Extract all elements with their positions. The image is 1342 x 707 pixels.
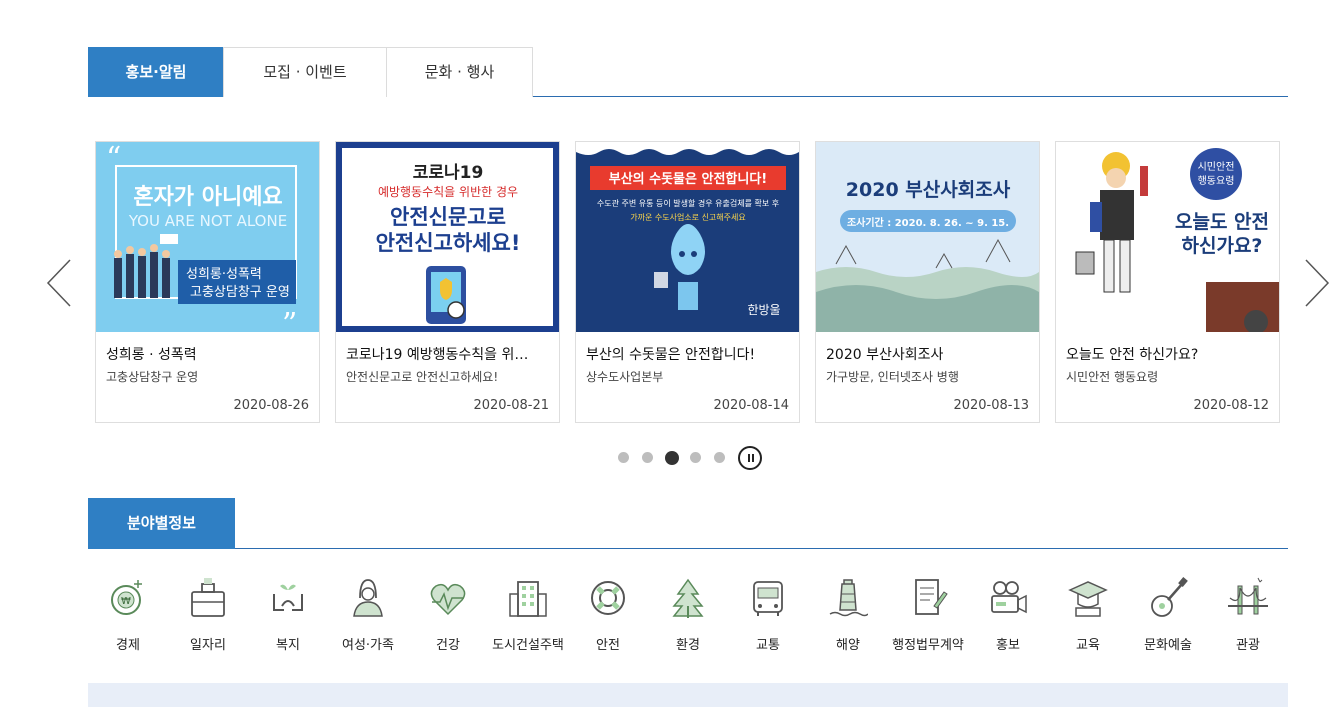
- svg-text:시민안전: 시민안전: [1198, 161, 1235, 173]
- field-info-header: 분야별정보: [88, 498, 1288, 549]
- carousel-dot[interactable]: [690, 452, 701, 463]
- card-subtitle: 상수도사업본부: [586, 370, 664, 384]
- card-thumbnail: 코로나19 예방행동수칙을 위반한 경우 안전신문고로 안전신고하세요!: [336, 142, 559, 332]
- lighthouse-icon: [829, 579, 868, 617]
- card-title: 코로나19 예방행동수칙을 위…: [346, 347, 529, 363]
- welfare-icon: [273, 584, 303, 611]
- card-title: 부산의 수돗물은 안전합니다!: [586, 347, 756, 363]
- briefcase-icon: [191, 578, 225, 617]
- news-card[interactable]: 2020 부산사회조사 조사기간 : 2020. 8. 26. ~ 9. 15.…: [815, 141, 1040, 423]
- card-date: 2020-08-14: [713, 398, 789, 413]
- carousel-dot[interactable]: [714, 452, 725, 463]
- field-info-title: 분야별정보: [88, 498, 235, 549]
- svg-text:YOU ARE NOT ALONE: YOU ARE NOT ALONE: [128, 212, 287, 230]
- tab-recruitment-event[interactable]: 모집 · 이벤트: [223, 47, 387, 97]
- svg-text:”: ”: [282, 307, 297, 332]
- svg-text:안전신문고로: 안전신문고로: [390, 205, 506, 229]
- card-title: 성희롱 · 성폭력: [106, 347, 197, 363]
- tab-culture-event[interactable]: 문화 · 행사: [386, 47, 533, 97]
- economy-icon: ₩: [111, 580, 142, 615]
- svg-text:수도관 주변 유통 등이 발생할 경우 유출검체를 확보 후: 수도관 주변 유통 등이 발생할 경우 유출검체를 확보 후: [597, 198, 779, 208]
- field-info-list: ₩ 경제 일자리 복지 여성·가족 건강 도시건설주택 안전 환경 교통 해양 …: [88, 572, 1288, 662]
- svg-text:한방울: 한방울: [747, 303, 780, 317]
- svg-text:“: “: [106, 142, 121, 176]
- woman-icon: [353, 579, 383, 617]
- svg-text:하신가요?: 하신가요?: [1182, 235, 1263, 257]
- bus-icon: [753, 581, 783, 616]
- next-arrow-icon[interactable]: [1302, 258, 1332, 308]
- tree-icon: [672, 578, 704, 618]
- svg-text:가까운 수도사업소로 신고해주세요: 가까운 수도사업소로 신고해주세요: [630, 212, 746, 222]
- page: 홍보·알림 모집 · 이벤트 문화 · 행사 “ 혼자가 아니예요 YOU AR…: [0, 0, 1342, 707]
- svg-text:안전신고하세요!: 안전신고하세요!: [376, 231, 521, 255]
- lifebuoy-icon: [591, 581, 625, 615]
- svg-text:2020 부산사회조사: 2020 부산사회조사: [846, 179, 1011, 201]
- card-date: 2020-08-26: [233, 398, 309, 413]
- document-icon: [915, 579, 948, 615]
- svg-text:예방행동수칙을 위반한 경우: 예방행동수칙을 위반한 경우: [378, 184, 518, 199]
- card-date: 2020-08-21: [473, 398, 549, 413]
- svg-text:고충상담창구 운영: 고충상담창구 운영: [190, 285, 290, 300]
- camera-icon: [991, 581, 1027, 614]
- svg-text:코로나19: 코로나19: [413, 163, 484, 183]
- news-card[interactable]: 부산의 수돗물은 안전합니다! 수도관 주변 유통 등이 발생할 경우 유출검체…: [575, 141, 800, 423]
- news-tabs: 홍보·알림 모집 · 이벤트 문화 · 행사: [88, 47, 1288, 97]
- card-subtitle: 시민안전 행동요령: [1066, 370, 1159, 384]
- card-thumbnail: 2020 부산사회조사 조사기간 : 2020. 8. 26. ~ 9. 15.: [816, 142, 1039, 332]
- svg-text:성희롱·성폭력: 성희롱·성폭력: [186, 267, 262, 282]
- news-card[interactable]: 시민안전 행동요령 오늘도 안전 하신가요? 오늘도 안전 하신가요? 시민안전…: [1055, 141, 1280, 423]
- card-title: 2020 부산사회조사: [826, 347, 944, 363]
- graduation-icon: [1068, 581, 1108, 617]
- prev-arrow-icon[interactable]: [44, 258, 74, 308]
- bottom-banner-strip: [88, 683, 1288, 707]
- svg-text:₩: ₩: [121, 596, 131, 607]
- card-thumbnail: “ 혼자가 아니예요 YOU ARE NOT ALONE 성희롱·성폭력 고충상…: [96, 142, 319, 332]
- carousel-dot[interactable]: [618, 452, 629, 463]
- field-label: 관광: [1236, 638, 1260, 653]
- news-carousel: “ 혼자가 아니예요 YOU ARE NOT ALONE 성희롱·성폭력 고충상…: [95, 141, 1281, 423]
- svg-text:오늘도 안전: 오늘도 안전: [1175, 211, 1269, 233]
- svg-text:행동요령: 행동요령: [1198, 175, 1235, 187]
- heart-icon: [430, 583, 466, 616]
- card-thumbnail: 시민안전 행동요령 오늘도 안전 하신가요?: [1056, 142, 1279, 332]
- card-date: 2020-08-12: [1193, 398, 1269, 413]
- bridge-icon: [1228, 577, 1268, 615]
- news-card[interactable]: “ 혼자가 아니예요 YOU ARE NOT ALONE 성희롱·성폭력 고충상…: [95, 141, 320, 423]
- card-title: 오늘도 안전 하신가요?: [1066, 347, 1199, 363]
- guitar-icon: [1151, 577, 1188, 617]
- card-subtitle: 안전신문고로 안전신고하세요!: [346, 370, 499, 384]
- card-date: 2020-08-13: [953, 398, 1029, 413]
- card-subtitle: 가구방문, 인터넷조사 병행: [826, 370, 959, 384]
- building-icon: [509, 581, 547, 617]
- news-card[interactable]: 코로나19 예방행동수칙을 위반한 경우 안전신문고로 안전신고하세요! 코로나…: [335, 141, 560, 423]
- svg-text:혼자가 아니예요: 혼자가 아니예요: [133, 185, 282, 210]
- tab-promotion[interactable]: 홍보·알림: [88, 47, 224, 97]
- svg-text:부산의 수돗물은 안전합니다!: 부산의 수돗물은 안전합니다!: [609, 171, 768, 187]
- svg-text:조사기간 : 2020. 8. 26. ~ 9. 15.: 조사기간 : 2020. 8. 26. ~ 9. 15.: [847, 216, 1009, 229]
- card-thumbnail: 부산의 수돗물은 안전합니다! 수도관 주변 유통 등이 발생할 경우 유출검체…: [576, 142, 799, 332]
- field-item-tourism[interactable]: 관광: [1208, 572, 1288, 658]
- carousel-dot-active[interactable]: [665, 451, 679, 465]
- card-subtitle: 고충상담창구 운영: [106, 370, 199, 384]
- pause-icon[interactable]: [738, 446, 762, 470]
- carousel-dot[interactable]: [642, 452, 653, 463]
